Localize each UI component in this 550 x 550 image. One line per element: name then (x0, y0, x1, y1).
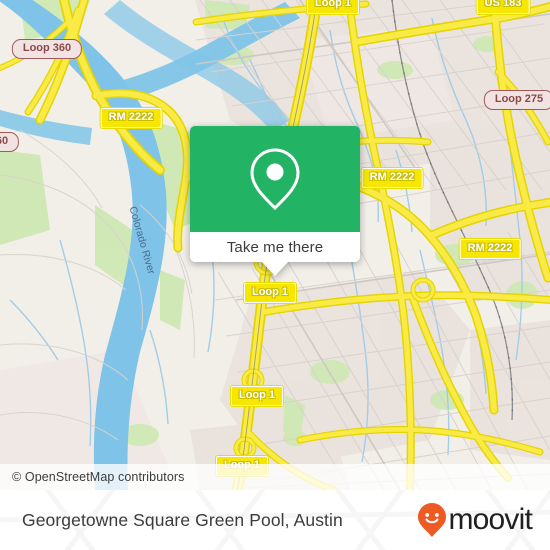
road-shield-loop-1-s[interactable]: Loop 1 (230, 386, 284, 406)
footer-bar: Georgetowne Square Green Pool, Austin mo… (0, 490, 550, 550)
road-shield-loop-1-n[interactable]: Loop 1 (306, 0, 360, 14)
map-attribution-bar: © OpenStreetMap contributors (0, 464, 550, 490)
take-me-there-button[interactable]: Take me there (227, 239, 323, 256)
road-shield-loop-275[interactable]: Loop 275 (483, 90, 550, 110)
moovit-pin-smiley-icon (418, 503, 447, 537)
road-shield-rm-2222-e1[interactable]: RM 2222 (361, 168, 423, 188)
road-shield-rm-2222-nw[interactable]: RM 2222 (100, 108, 162, 128)
page-title: Georgetowne Square Green Pool, Austin (22, 509, 343, 530)
map-canvas[interactable]: Colorado River Loop 360 RM 2222 Loop 1 U… (0, 0, 550, 490)
popup-header (190, 126, 360, 232)
osm-attribution-text: © OpenStreetMap contributors (12, 470, 185, 484)
map-page: Colorado River Loop 360 RM 2222 Loop 1 U… (0, 0, 550, 550)
popup-pointer-tail (262, 262, 288, 276)
road-shield-loop-1-c[interactable]: Loop 1 (243, 283, 297, 303)
popup-footer[interactable]: Take me there (190, 232, 360, 276)
road-shield-loop-360[interactable]: Loop 360 (11, 39, 83, 59)
map-pin-icon (250, 148, 300, 211)
moovit-wordmark: moovit (448, 503, 532, 536)
moovit-logo[interactable]: moovit (417, 502, 533, 538)
road-shield-rm-2222-e2[interactable]: RM 2222 (459, 239, 521, 259)
road-shield-loop-360-w[interactable]: 60 (0, 132, 20, 152)
road-shield-us-183[interactable]: US 183 (476, 0, 530, 14)
location-popup-card[interactable]: Take me there (190, 126, 360, 276)
